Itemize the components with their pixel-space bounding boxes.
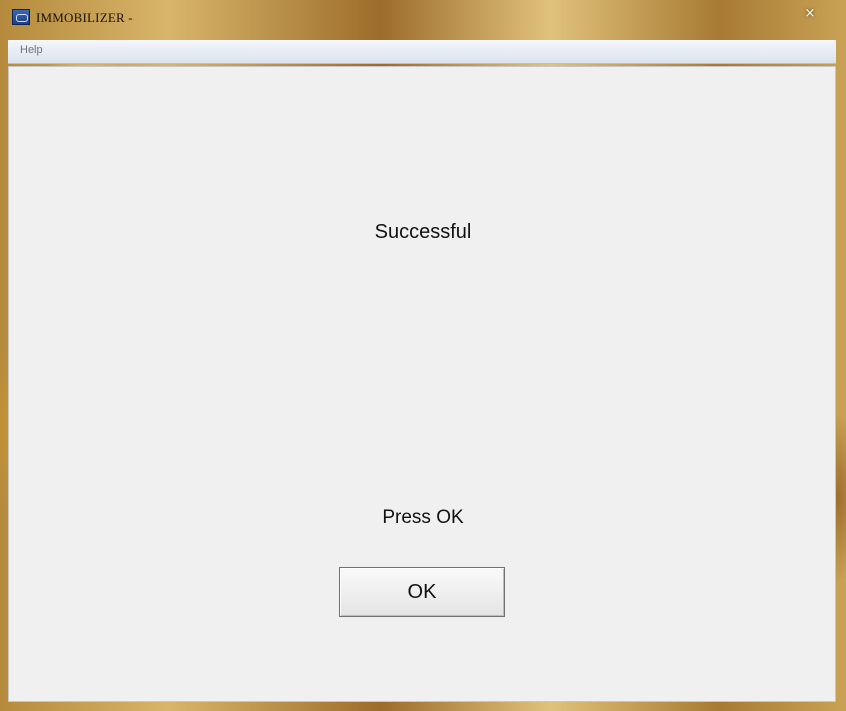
window-title: IMMOBILIZER - — [36, 10, 133, 25]
ok-button[interactable]: OK — [339, 567, 505, 617]
title-bar[interactable]: IMMOBILIZER - × — [0, 0, 846, 40]
prompt-message: Press OK — [382, 507, 464, 528]
dialog-client-area: Successful Press OK OK — [8, 66, 836, 702]
desktop-background: IMMOBILIZER - × Help Successful Press OK… — [0, 0, 846, 711]
app-icon[interactable] — [12, 9, 30, 25]
close-button[interactable]: × — [797, 4, 823, 24]
status-message: Successful — [374, 221, 472, 243]
menu-item-help[interactable]: Help — [18, 44, 45, 56]
menu-bar: Help — [8, 40, 836, 64]
